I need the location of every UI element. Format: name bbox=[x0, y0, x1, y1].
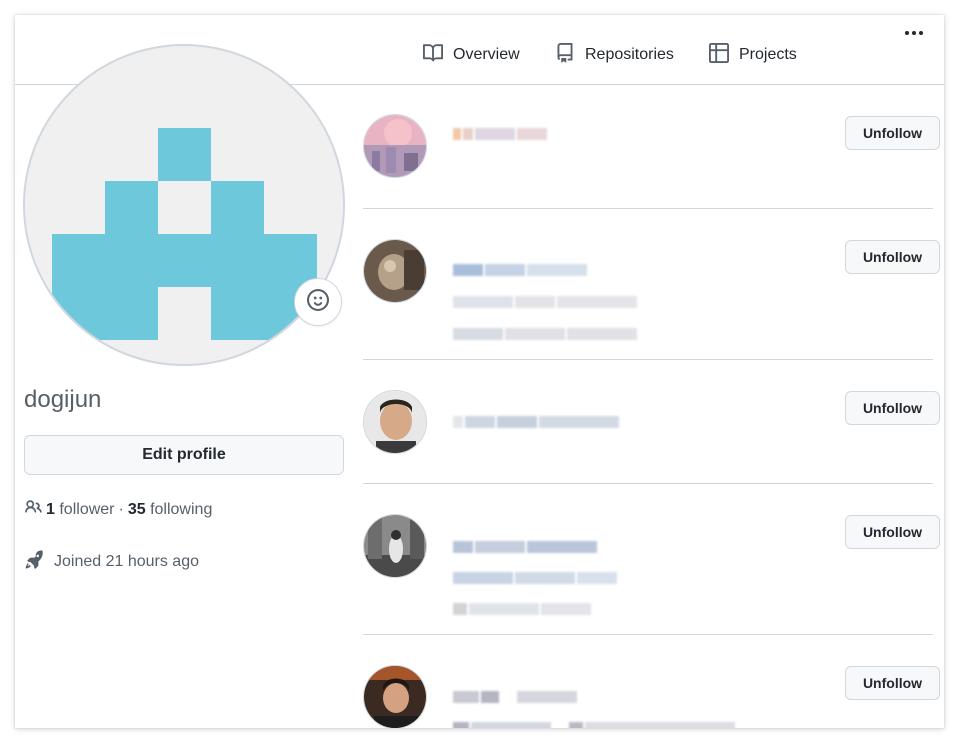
user-avatar[interactable] bbox=[363, 114, 427, 178]
user-location-blurred bbox=[453, 327, 637, 341]
follow-separator: · bbox=[118, 500, 124, 518]
rocket-icon bbox=[24, 549, 44, 574]
unfollow-button[interactable]: Unfollow bbox=[845, 666, 940, 700]
unfollow-button[interactable]: Unfollow bbox=[845, 116, 940, 150]
divider bbox=[363, 483, 933, 484]
user-avatar[interactable] bbox=[363, 390, 427, 454]
joined-info: Joined 21 hours ago bbox=[24, 549, 199, 574]
user-bio-blurred bbox=[453, 295, 637, 309]
followers-link[interactable]: 1 follower bbox=[46, 501, 115, 519]
user-bio-blurred bbox=[453, 721, 735, 728]
tab-projects[interactable]: Projects bbox=[709, 42, 797, 68]
unfollow-button[interactable]: Unfollow bbox=[845, 515, 940, 549]
user-location-blurred bbox=[453, 602, 591, 616]
identicon bbox=[52, 128, 317, 340]
divider bbox=[363, 208, 933, 209]
user-name-blurred bbox=[453, 690, 577, 704]
user-avatar[interactable] bbox=[363, 514, 427, 578]
profile-window: Overview Repositories Projects dogijun E… bbox=[15, 15, 944, 728]
user-name-blurred bbox=[453, 127, 547, 141]
book-icon bbox=[423, 43, 443, 68]
repo-icon bbox=[555, 42, 575, 68]
table-icon bbox=[709, 42, 729, 68]
kebab-horizontal-icon[interactable] bbox=[902, 27, 926, 39]
tab-overview[interactable]: Overview bbox=[423, 43, 520, 67]
following-link[interactable]: 35 following bbox=[128, 501, 213, 519]
divider bbox=[363, 359, 933, 360]
unfollow-button[interactable]: Unfollow bbox=[845, 391, 940, 425]
user-bio-blurred bbox=[453, 571, 617, 585]
user-name-blurred bbox=[453, 540, 597, 554]
people-icon bbox=[24, 498, 42, 521]
user-avatar[interactable] bbox=[363, 665, 427, 728]
user-avatar[interactable] bbox=[363, 239, 427, 303]
avatar[interactable] bbox=[23, 44, 345, 366]
edit-profile-button[interactable]: Edit profile bbox=[24, 435, 344, 475]
joined-text: Joined 21 hours ago bbox=[54, 552, 199, 570]
tab-repositories-label: Repositories bbox=[585, 46, 674, 63]
username: dogijun bbox=[24, 386, 102, 413]
tab-overview-label: Overview bbox=[453, 46, 520, 63]
tab-projects-label: Projects bbox=[739, 46, 797, 63]
smiley-icon bbox=[307, 288, 329, 316]
tab-repositories[interactable]: Repositories bbox=[555, 42, 674, 68]
unfollow-button[interactable]: Unfollow bbox=[845, 240, 940, 274]
divider bbox=[363, 634, 933, 635]
user-name-blurred bbox=[453, 415, 619, 429]
user-name-blurred bbox=[453, 263, 587, 277]
set-status-button[interactable] bbox=[294, 278, 342, 326]
follow-stats: 1 follower · 35 following bbox=[24, 498, 212, 521]
